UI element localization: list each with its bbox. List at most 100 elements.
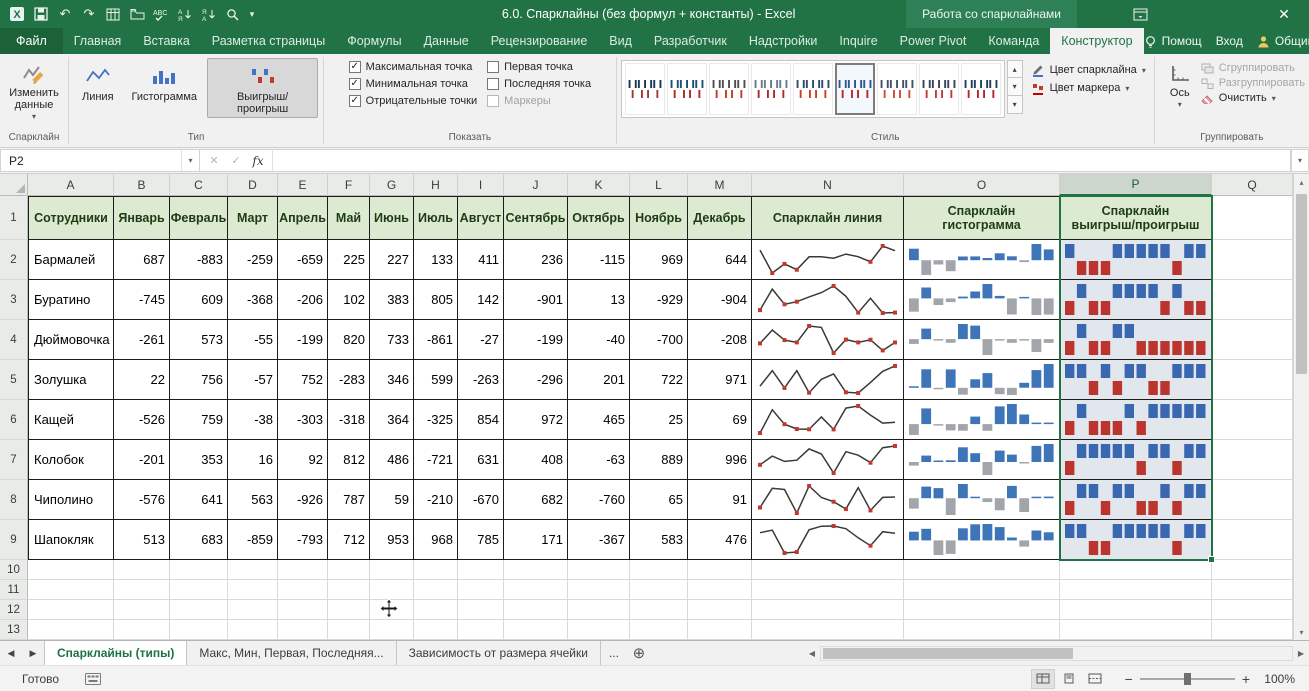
cell-L6[interactable]: 25 (630, 400, 688, 440)
header-cell-G1[interactable]: Июнь (370, 196, 414, 240)
cell-B13[interactable] (114, 620, 170, 640)
cell-B12[interactable] (114, 600, 170, 620)
checkbox-box[interactable] (487, 78, 499, 90)
tab-Разработчик[interactable]: Разработчик (643, 28, 738, 54)
cell-I9[interactable]: 785 (458, 520, 504, 560)
cell-I11[interactable] (458, 580, 504, 600)
tell-me-item[interactable]: Помощ (1144, 34, 1202, 48)
cell-I3[interactable]: 142 (458, 280, 504, 320)
sparkline-cell-column[interactable] (904, 360, 1060, 400)
zoom-in-icon[interactable]: + (1242, 671, 1250, 687)
column-header-J[interactable]: J (504, 174, 568, 196)
row-header-8[interactable]: 8 (0, 480, 28, 520)
column-header-G[interactable]: G (370, 174, 414, 196)
cell-I13[interactable] (458, 620, 504, 640)
page-layout-view-icon[interactable] (1057, 669, 1081, 689)
formula-input[interactable] (272, 149, 1291, 172)
cell-D8[interactable]: 563 (228, 480, 278, 520)
cell-F3[interactable]: 102 (328, 280, 370, 320)
cancel-icon[interactable]: ✕ (204, 154, 224, 167)
sparkline-cell-column[interactable] (904, 280, 1060, 320)
cell-Q3[interactable] (1212, 280, 1293, 320)
checkbox-Маркеры[interactable]: Маркеры (487, 95, 591, 107)
sparkline-cell-winloss[interactable] (1060, 280, 1212, 320)
cell-C9[interactable]: 683 (170, 520, 228, 560)
horizontal-scroll-thumb[interactable] (823, 648, 1073, 659)
employee-name-cell[interactable]: Кащей (28, 400, 114, 440)
header-cell-I1[interactable]: Август (458, 196, 504, 240)
close-icon[interactable]: ✕ (1269, 0, 1299, 28)
cell-I2[interactable]: 411 (458, 240, 504, 280)
type-button-column[interactable]: Гистограмма (124, 58, 206, 106)
cell-Q5[interactable] (1212, 360, 1293, 400)
gallery-more-icon[interactable]: ▾ (1007, 96, 1023, 114)
checkbox-Первая точка[interactable]: Первая точка (487, 61, 591, 73)
style-thumbnail-2[interactable] (667, 63, 707, 115)
vertical-scroll-thumb[interactable] (1296, 194, 1307, 374)
cell-L4[interactable]: -700 (630, 320, 688, 360)
cell-M4[interactable]: -208 (688, 320, 752, 360)
column-header-P[interactable]: P (1060, 174, 1212, 196)
cell-D9[interactable]: -859 (228, 520, 278, 560)
sparkline-cell-line[interactable] (752, 440, 904, 480)
gallery-up-icon[interactable]: ▴ (1007, 60, 1023, 78)
cell-K10[interactable] (568, 560, 630, 580)
cell-K11[interactable] (568, 580, 630, 600)
cell-F9[interactable]: 712 (328, 520, 370, 560)
column-header-M[interactable]: M (688, 174, 752, 196)
cell-B4[interactable]: -261 (114, 320, 170, 360)
cell-O12[interactable] (904, 600, 1060, 620)
cell-D7[interactable]: 16 (228, 440, 278, 480)
cell-Q7[interactable] (1212, 440, 1293, 480)
share-button[interactable]: Общий доступ (1257, 34, 1309, 48)
name-box-dropdown-icon[interactable]: ▾ (181, 150, 199, 171)
sparkline-cell-winloss[interactable] (1060, 480, 1212, 520)
cell-M12[interactable] (688, 600, 752, 620)
scroll-up-icon[interactable]: ▴ (1294, 174, 1309, 190)
cell-C5[interactable]: 756 (170, 360, 228, 400)
cell-G7[interactable]: 486 (370, 440, 414, 480)
cell-J8[interactable]: 682 (504, 480, 568, 520)
row-header-1[interactable]: 1 (0, 196, 28, 240)
cell-E10[interactable] (278, 560, 328, 580)
cell-Q10[interactable] (1212, 560, 1293, 580)
cell-L10[interactable] (630, 560, 688, 580)
row-header-13[interactable]: 13 (0, 620, 28, 640)
header-cell-J1[interactable]: Сентябрь (504, 196, 568, 240)
zoom-level[interactable]: 100% (1257, 672, 1295, 686)
horizontal-scrollbar[interactable]: ◀ ▶ (804, 641, 1309, 665)
column-header-N[interactable]: N (752, 174, 904, 196)
style-thumbnail-7[interactable] (877, 63, 917, 115)
cell-C13[interactable] (170, 620, 228, 640)
cell-D11[interactable] (228, 580, 278, 600)
cell-F8[interactable]: 787 (328, 480, 370, 520)
employee-name-cell[interactable]: Бармалей (28, 240, 114, 280)
cell-F12[interactable] (328, 600, 370, 620)
cell-N11[interactable] (752, 580, 904, 600)
cell-Q4[interactable] (1212, 320, 1293, 360)
row-header-3[interactable]: 3 (0, 280, 28, 320)
header-cell-O1[interactable]: Спарклайн гистограмма (904, 196, 1060, 240)
cell-M10[interactable] (688, 560, 752, 580)
style-thumbnail-8[interactable] (919, 63, 959, 115)
header-cell-C1[interactable]: Февраль (170, 196, 228, 240)
cell-C7[interactable]: 353 (170, 440, 228, 480)
column-header-O[interactable]: O (904, 174, 1060, 196)
gallery-down-icon[interactable]: ▾ (1007, 78, 1023, 96)
cell-F11[interactable] (328, 580, 370, 600)
cell-I8[interactable]: -670 (458, 480, 504, 520)
cell-C10[interactable] (170, 560, 228, 580)
tab-Вставка[interactable]: Вставка (132, 28, 200, 54)
cell-K4[interactable]: -40 (568, 320, 630, 360)
cell-H4[interactable]: -861 (414, 320, 458, 360)
scroll-down-icon[interactable]: ▾ (1294, 624, 1309, 640)
header-cell-M1[interactable]: Декабрь (688, 196, 752, 240)
cell-L2[interactable]: 969 (630, 240, 688, 280)
cell-H3[interactable]: 805 (414, 280, 458, 320)
cell-K12[interactable] (568, 600, 630, 620)
cell-B5[interactable]: 22 (114, 360, 170, 400)
cell-I6[interactable]: 854 (458, 400, 504, 440)
cell-D6[interactable]: -38 (228, 400, 278, 440)
zoom-slider[interactable] (1140, 678, 1235, 680)
spelling-icon[interactable]: ABC (150, 4, 172, 24)
